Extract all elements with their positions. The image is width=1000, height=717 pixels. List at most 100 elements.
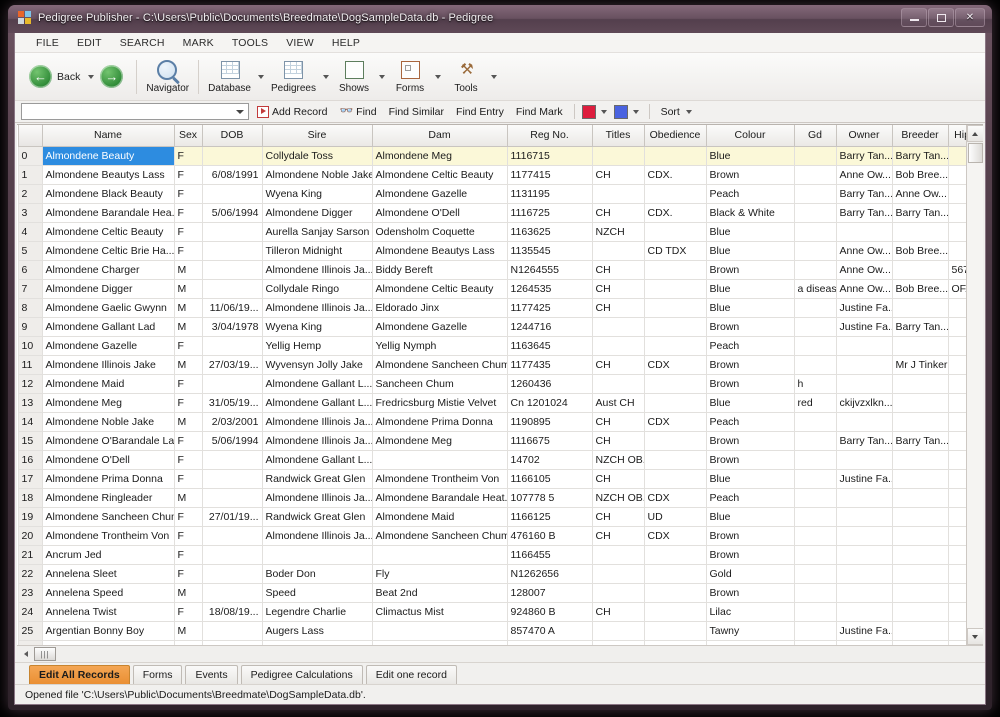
table-row[interactable]: 16 Almondene O'Dell F Almondene Gallant L..… (17, 450, 966, 470)
cell-colour[interactable]: Peach (705, 488, 795, 508)
cell-sex[interactable]: F (173, 431, 203, 451)
vscroll-track[interactable] (966, 163, 983, 628)
cell-sex[interactable]: M (173, 317, 203, 337)
cell-titles[interactable]: CH (591, 412, 645, 432)
cell-sex[interactable]: M (173, 355, 203, 375)
cell-dam[interactable]: Almondene Meg (371, 146, 508, 166)
cell-sire[interactable]: Almondene Gallant L... (261, 450, 373, 470)
cell-dam[interactable] (371, 545, 508, 565)
table-row[interactable]: 21 Ancrum Jed F 1166455 Brown (17, 545, 966, 565)
table-row[interactable]: 17 Almondene Prima Donna F Randwick Great G… (17, 469, 966, 489)
cell-hip[interactable] (947, 545, 966, 565)
tools-button[interactable]: ⚒ Tools (444, 58, 488, 96)
cell-obed[interactable] (643, 545, 707, 565)
cell-sex[interactable]: F (173, 165, 203, 185)
cell-dam[interactable]: Beat 2nd (371, 583, 508, 603)
cell-colour[interactable]: Black & White (705, 203, 795, 223)
minimize-button[interactable] (901, 8, 927, 27)
cell-dam[interactable]: Almondene Barandale Heat... (371, 488, 508, 508)
cell-sex[interactable]: F (173, 602, 203, 622)
cell-hip[interactable] (947, 564, 966, 584)
table-row[interactable]: 8 Almondene Gaelic Gwynn M 11/06/19... Almon… (17, 298, 966, 318)
pedigrees-dropdown-icon[interactable] (323, 74, 329, 79)
table-row[interactable]: 11 Almondene Illinois Jake M 27/03/19... Wyv… (17, 355, 966, 375)
menu-search[interactable]: SEARCH (111, 34, 174, 52)
cell-breeder[interactable] (891, 469, 949, 489)
menu-view[interactable]: VIEW (277, 34, 323, 52)
cell-dob[interactable] (201, 488, 263, 508)
cell-hip[interactable] (947, 583, 966, 603)
cell-reg[interactable]: 1163645 (506, 336, 593, 356)
row-number-cell[interactable]: 10 (17, 336, 43, 356)
tab-edit-one-record[interactable]: Edit one record (365, 665, 457, 684)
cell-owner[interactable]: Justine Fa... (835, 317, 893, 337)
col-header-name[interactable]: Name (41, 125, 175, 147)
search-combobox[interactable] (21, 103, 249, 120)
cell-obed[interactable]: CDX (643, 412, 707, 432)
cell-obed[interactable] (643, 146, 707, 166)
cell-dob[interactable] (201, 241, 263, 261)
cell-gd[interactable]: h (793, 374, 837, 394)
cell-colour[interactable]: Blue (705, 241, 795, 261)
cell-gd[interactable] (793, 526, 837, 546)
cell-reg[interactable]: 924860 B (506, 602, 593, 622)
cell-gd[interactable] (793, 260, 837, 280)
cell-hip[interactable] (947, 507, 966, 527)
cell-owner[interactable] (835, 355, 893, 375)
cell-titles[interactable]: CH (591, 355, 645, 375)
cell-sire[interactable]: Augers Lass (261, 621, 373, 641)
cell-name[interactable]: Almondene Trontheim Von (41, 526, 175, 546)
cell-reg[interactable]: N1262656 (506, 564, 593, 584)
cell-dam[interactable]: Almondene Celtic Beauty (371, 279, 508, 299)
row-number-cell[interactable]: 25 (17, 621, 43, 641)
cell-hip[interactable]: OFA Goo (947, 279, 966, 299)
cell-gd[interactable] (793, 621, 837, 641)
table-row[interactable]: 1 Almondene Beautys Lass F 6/08/1991 Almonde… (17, 165, 966, 185)
cell-breeder[interactable] (891, 621, 949, 641)
cell-sex[interactable]: M (173, 412, 203, 432)
forms-dropdown-icon[interactable] (435, 74, 441, 79)
cell-sire[interactable]: Aurella Sanjay Sarson (261, 222, 373, 242)
cell-dam[interactable]: Almondene Meg (371, 431, 508, 451)
cell-breeder[interactable] (891, 602, 949, 622)
sort-button[interactable]: Sort (657, 105, 699, 119)
cell-titles[interactable] (591, 583, 645, 603)
cell-colour[interactable]: Blue (705, 222, 795, 242)
close-button[interactable]: ✕ (955, 8, 985, 27)
cell-name[interactable]: Almondene Beautys Lass (41, 165, 175, 185)
cell-dam[interactable]: Yellig Nymph (371, 336, 508, 356)
cell-sire[interactable]: Randwick Great Glen (261, 469, 373, 489)
col-header-owner[interactable]: Owner (835, 125, 893, 147)
cell-colour[interactable]: Brown (705, 355, 795, 375)
col-header-dam[interactable]: Dam (371, 125, 508, 147)
cell-gd[interactable] (793, 450, 837, 470)
cell-dam[interactable]: Almondene Sancheen Chum (371, 526, 508, 546)
row-number-cell[interactable]: 21 (17, 545, 43, 565)
cell-breeder[interactable] (891, 336, 949, 356)
menu-bar[interactable]: FILE EDIT SEARCH MARK TOOLS VIEW HELP (15, 33, 985, 53)
find-entry-button[interactable]: Find Entry (452, 105, 508, 119)
col-header-titles[interactable]: Titles (591, 125, 645, 147)
cell-name[interactable]: Almondene Black Beauty (41, 184, 175, 204)
cell-titles[interactable]: CH (591, 279, 645, 299)
cell-reg[interactable]: Cn 1201024 (506, 393, 593, 413)
cell-sex[interactable]: M (173, 621, 203, 641)
cell-breeder[interactable] (891, 583, 949, 603)
cell-name[interactable]: Almondene O'Dell (41, 450, 175, 470)
cell-hip[interactable] (947, 431, 966, 451)
cell-name[interactable]: Ancrum Jed (41, 545, 175, 565)
cell-colour[interactable]: Blue (705, 469, 795, 489)
cell-owner[interactable] (835, 526, 893, 546)
cell-name[interactable]: Annelena Twist (41, 602, 175, 622)
database-dropdown-icon[interactable] (257, 74, 264, 79)
cell-sex[interactable]: F (173, 507, 203, 527)
cell-obed[interactable] (643, 469, 707, 489)
add-record-button[interactable]: Add Record (253, 105, 331, 119)
cell-dob[interactable] (201, 450, 263, 470)
secondary-toolbar[interactable]: Add Record 👓 Find Find Similar Find Entr… (15, 101, 985, 123)
cell-colour[interactable]: Lilac (705, 602, 795, 622)
col-header-sire[interactable]: Sire (261, 125, 373, 147)
cell-sex[interactable]: F (173, 241, 203, 261)
cell-name[interactable]: Almondene Gazelle (41, 336, 175, 356)
cell-dob[interactable]: 5/06/1994 (201, 431, 263, 451)
